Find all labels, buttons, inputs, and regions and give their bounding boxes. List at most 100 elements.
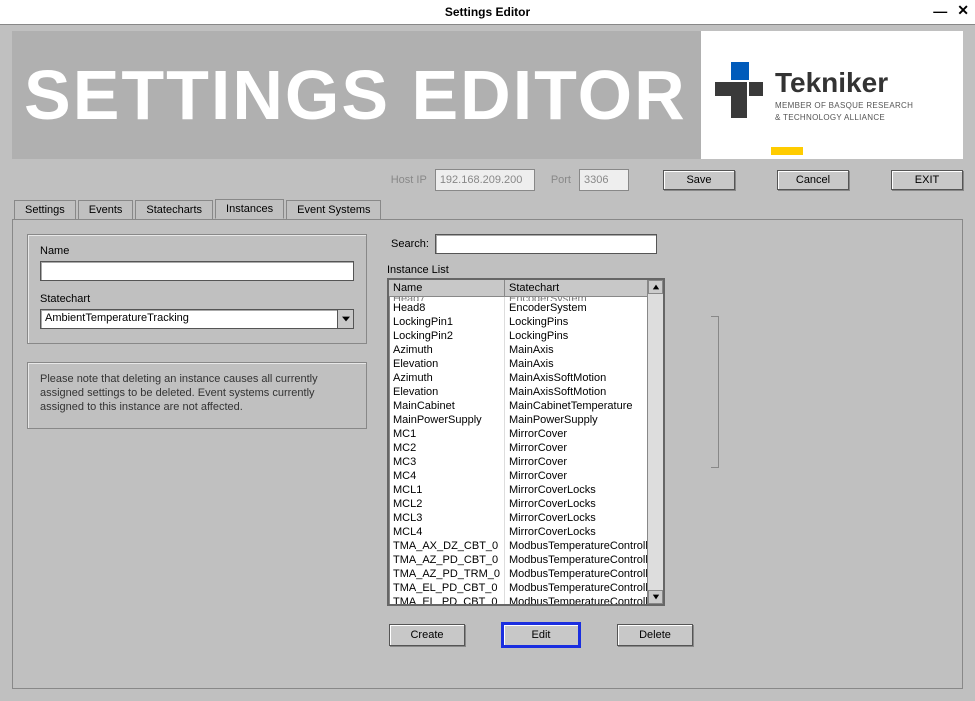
tab-events[interactable]: Events xyxy=(78,200,134,220)
cell-statechart: MirrorCoverLocks xyxy=(504,525,647,539)
cell-statechart: MainAxis xyxy=(504,357,647,371)
cell-name: Azimuth xyxy=(389,371,504,385)
cell-name: TMA_AZ_PD_TRM_0 xyxy=(389,567,504,581)
cell-statechart: LockingPins xyxy=(504,315,647,329)
table-row[interactable]: MC2MirrorCover xyxy=(389,441,647,455)
cell-statechart: MirrorCover xyxy=(504,469,647,483)
logo-accent-bar xyxy=(771,147,803,155)
cell-statechart: MainAxisSoftMotion xyxy=(504,371,647,385)
chevron-down-icon xyxy=(337,310,353,328)
note-text: Please note that deleting an instance ca… xyxy=(40,373,354,414)
cell-name: MCL4 xyxy=(389,525,504,539)
cell-statechart: MainCabinetTemperature xyxy=(504,399,647,413)
scroll-up-icon[interactable] xyxy=(648,280,663,294)
table-row[interactable]: ElevationMainAxisSoftMotion xyxy=(389,385,647,399)
cell-name: LockingPin1 xyxy=(389,315,504,329)
exit-button[interactable]: EXIT xyxy=(891,170,963,190)
toolbar: Host IP Port Save Cancel EXIT xyxy=(12,159,963,193)
instance-list[interactable]: Name Statechart Head7EncoderSystemHead8E… xyxy=(387,278,665,606)
statechart-label: Statechart xyxy=(40,293,354,305)
col-header-statechart[interactable]: Statechart xyxy=(504,280,647,296)
table-row[interactable]: MC1MirrorCover xyxy=(389,427,647,441)
search-input[interactable] xyxy=(435,234,657,254)
close-icon[interactable]: ✕ xyxy=(957,2,969,19)
table-row[interactable]: LockingPin2LockingPins xyxy=(389,329,647,343)
cell-name: MC4 xyxy=(389,469,504,483)
table-row[interactable]: TMA_EL_PD_CBT_0ModbusTemperatureControll… xyxy=(389,581,647,595)
tekniker-mark-icon xyxy=(715,60,765,130)
table-row[interactable]: TMA_EL_PD_CBT_0ModbusTemperatureControll… xyxy=(389,595,647,605)
table-row[interactable]: TMA_AX_DZ_CBT_0ModbusTemperatureControll… xyxy=(389,539,647,553)
name-label: Name xyxy=(40,245,354,257)
create-button[interactable]: Create xyxy=(389,624,465,646)
delete-button[interactable]: Delete xyxy=(617,624,693,646)
cell-statechart: MirrorCoverLocks xyxy=(504,497,647,511)
banner-title: SETTINGS EDITOR xyxy=(24,55,687,135)
table-row[interactable]: TMA_AZ_PD_CBT_0ModbusTemperatureControll… xyxy=(389,553,647,567)
cell-statechart: MirrorCover xyxy=(504,441,647,455)
logo: Tekniker MEMBER OF BASQUE RESEARCH & TEC… xyxy=(701,31,963,159)
cell-statechart: MirrorCoverLocks xyxy=(504,511,647,525)
tab-statecharts[interactable]: Statecharts xyxy=(135,200,213,220)
cell-statechart: ModbusTemperatureController xyxy=(504,581,647,595)
scrollbar[interactable] xyxy=(647,280,663,604)
cell-name: MCL2 xyxy=(389,497,504,511)
cell-name: MainPowerSupply xyxy=(389,413,504,427)
port-input[interactable] xyxy=(579,169,629,191)
cell-statechart: MainPowerSupply xyxy=(504,413,647,427)
table-row[interactable]: MCL1MirrorCoverLocks xyxy=(389,483,647,497)
tab-event-systems[interactable]: Event Systems xyxy=(286,200,381,220)
scroll-down-icon[interactable] xyxy=(648,590,663,604)
table-row[interactable]: MainCabinetMainCabinetTemperature xyxy=(389,399,647,413)
table-row[interactable]: ElevationMainAxis xyxy=(389,357,647,371)
port-label: Port xyxy=(551,174,571,186)
scroll-track[interactable] xyxy=(648,294,663,590)
name-input[interactable] xyxy=(40,261,354,281)
cell-name: Elevation xyxy=(389,357,504,371)
cell-statechart: ModbusTemperatureController xyxy=(504,567,647,581)
table-row[interactable]: Head8EncoderSystem xyxy=(389,301,647,315)
minimize-icon[interactable]: — xyxy=(933,3,947,19)
cell-statechart: MirrorCoverLocks xyxy=(504,483,647,497)
table-row[interactable]: AzimuthMainAxis xyxy=(389,343,647,357)
note-panel: Please note that deleting an instance ca… xyxy=(27,362,367,429)
table-row[interactable]: LockingPin1LockingPins xyxy=(389,315,647,329)
table-row[interactable]: MC4MirrorCover xyxy=(389,469,647,483)
host-ip-label: Host IP xyxy=(391,174,427,186)
cell-statechart: MirrorCover xyxy=(504,455,647,469)
cell-statechart: MirrorCover xyxy=(504,427,647,441)
instance-edit-panel: Name Statechart AmbientTemperatureTracki… xyxy=(27,234,367,344)
search-label: Search: xyxy=(391,238,429,250)
cell-name: MainCabinet xyxy=(389,399,504,413)
table-row[interactable]: TMA_AZ_PD_TRM_0ModbusTemperatureControll… xyxy=(389,567,647,581)
cell-name: LockingPin2 xyxy=(389,329,504,343)
table-row[interactable]: MCL2MirrorCoverLocks xyxy=(389,497,647,511)
table-row[interactable]: AzimuthMainAxisSoftMotion xyxy=(389,371,647,385)
instance-list-label: Instance List xyxy=(387,264,948,276)
cell-name: Elevation xyxy=(389,385,504,399)
col-header-name[interactable]: Name xyxy=(389,280,504,296)
table-row[interactable]: MC3MirrorCover xyxy=(389,455,647,469)
cell-statechart: MainAxis xyxy=(504,343,647,357)
cell-name: Head8 xyxy=(389,301,504,315)
statechart-value: AmbientTemperatureTracking xyxy=(41,310,337,328)
cell-name: MC3 xyxy=(389,455,504,469)
cancel-button[interactable]: Cancel xyxy=(777,170,849,190)
statechart-select[interactable]: AmbientTemperatureTracking xyxy=(40,309,354,329)
table-row[interactable]: MCL3MirrorCoverLocks xyxy=(389,511,647,525)
host-ip-input[interactable] xyxy=(435,169,535,191)
cell-name: MC2 xyxy=(389,441,504,455)
save-button[interactable]: Save xyxy=(663,170,735,190)
edit-button[interactable]: Edit xyxy=(503,624,579,646)
tab-settings[interactable]: Settings xyxy=(14,200,76,220)
cell-name: MCL3 xyxy=(389,511,504,525)
panel-edge xyxy=(711,316,719,468)
cell-statechart: MainAxisSoftMotion xyxy=(504,385,647,399)
tab-content: Name Statechart AmbientTemperatureTracki… xyxy=(12,219,963,689)
table-row[interactable]: MCL4MirrorCoverLocks xyxy=(389,525,647,539)
logo-word: Tekniker xyxy=(775,67,913,99)
banner: SETTINGS EDITOR Tekniker MEMBER OF BASQU… xyxy=(12,31,963,159)
cell-name: MCL1 xyxy=(389,483,504,497)
table-row[interactable]: MainPowerSupplyMainPowerSupply xyxy=(389,413,647,427)
tab-instances[interactable]: Instances xyxy=(215,199,284,219)
